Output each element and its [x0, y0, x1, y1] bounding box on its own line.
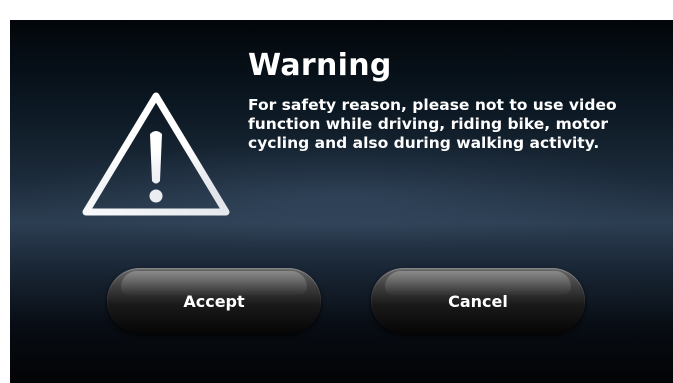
dialog-title: Warning [248, 48, 392, 83]
cancel-button-label: Cancel [448, 291, 508, 311]
cancel-button[interactable]: Cancel [371, 268, 585, 334]
accept-button-label: Accept [183, 291, 245, 311]
warning-triangle-icon [82, 92, 230, 216]
warning-dialog: Warning For safety reason, please not to… [10, 20, 673, 383]
dialog-message: For safety reason, please not to use vid… [248, 96, 617, 152]
accept-button[interactable]: Accept [107, 268, 321, 334]
